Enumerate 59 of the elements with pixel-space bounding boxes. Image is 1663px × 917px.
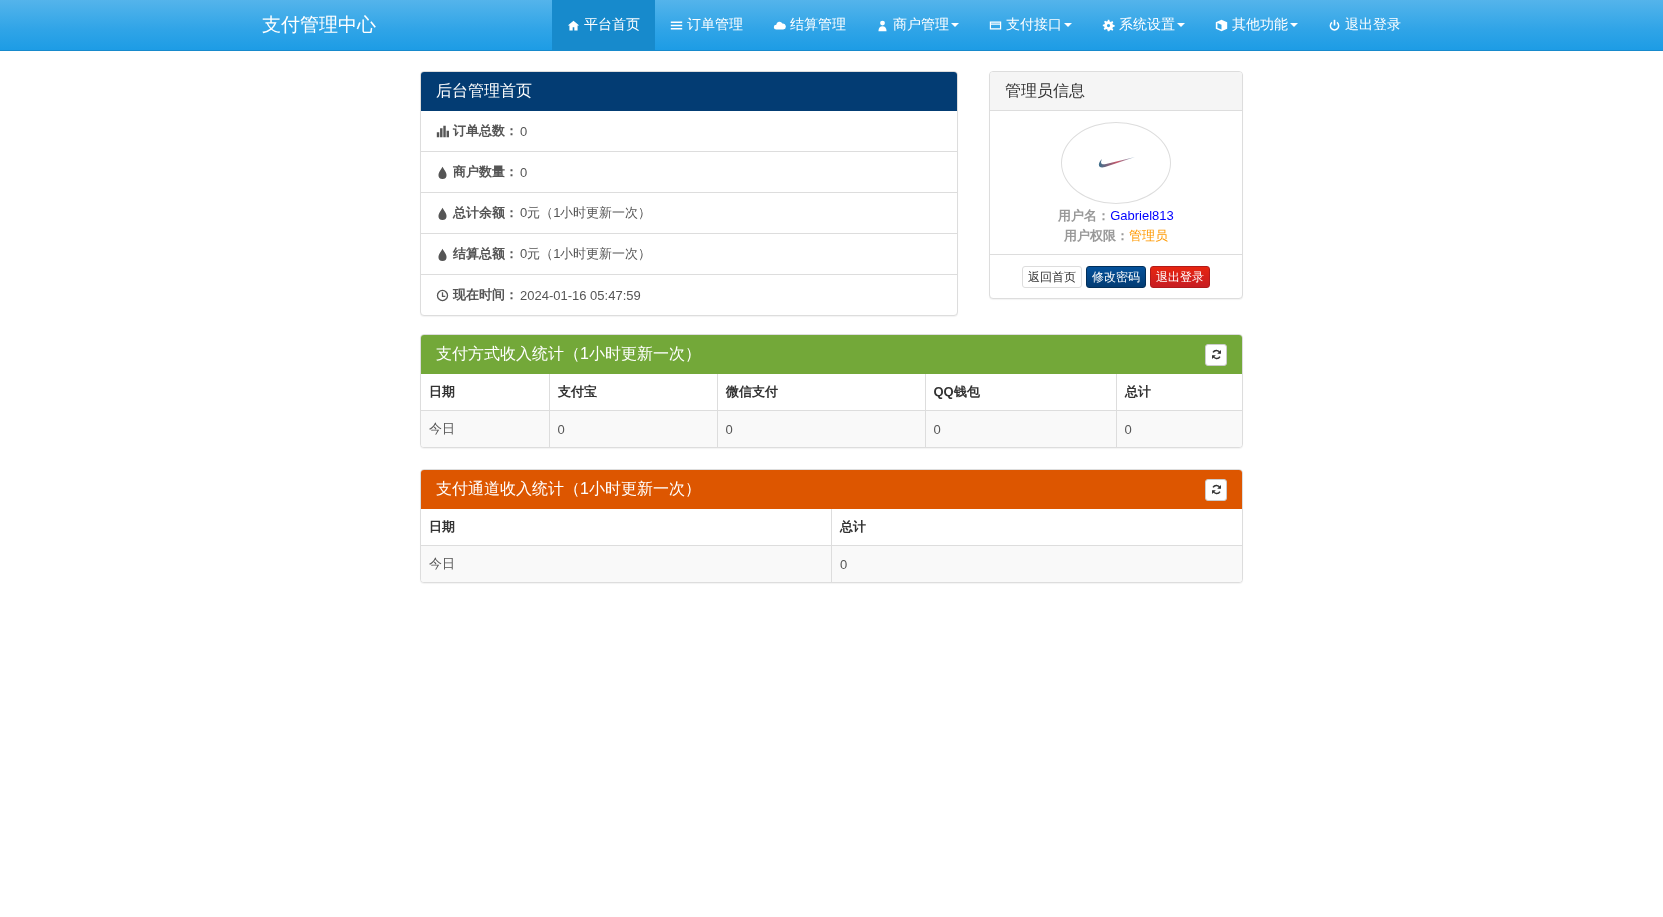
- table-cell: 今日: [421, 545, 832, 582]
- stat-value: 0元（1小时更新一次）: [520, 204, 652, 222]
- refresh-icon: [1210, 484, 1222, 495]
- home-icon: [566, 18, 580, 32]
- stat-value: 0: [520, 164, 528, 180]
- column-header: 日期: [421, 509, 832, 546]
- table-cell: 0: [831, 545, 1242, 582]
- brand-title[interactable]: 支付管理中心: [246, 10, 504, 40]
- nav-tab[interactable]: 退出登录: [1312, 0, 1416, 50]
- caret-icon: [950, 23, 959, 27]
- bar-chart-icon: [436, 124, 449, 138]
- nav-tab[interactable]: 其他功能: [1199, 0, 1313, 50]
- column-header: 日期: [421, 374, 549, 411]
- caret-icon: [1289, 23, 1298, 27]
- stat-value: 0: [520, 123, 528, 139]
- panel-title: 支付通道收入统计（1小时更新一次）: [436, 479, 701, 499]
- settings-icon: [1101, 18, 1115, 32]
- stat-value: 0元（1小时更新一次）: [520, 245, 652, 263]
- credit-card-icon: [988, 18, 1002, 32]
- table-cell: 今日: [421, 410, 549, 447]
- role-label: 用户权限：: [1064, 228, 1129, 243]
- nav-tab[interactable]: 商户管理: [860, 0, 974, 50]
- list-icon: [669, 18, 683, 32]
- stat-label: 商户数量：: [453, 163, 518, 181]
- stat-label: 现在时间：: [453, 286, 518, 304]
- refresh-icon: [1210, 349, 1222, 360]
- caret-icon: [1063, 23, 1072, 27]
- role-value: 管理员: [1129, 228, 1168, 243]
- action-button[interactable]: 修改密码: [1086, 266, 1146, 288]
- panel-heading: 管理员信息: [990, 72, 1242, 111]
- table-cell: 0: [925, 410, 1116, 447]
- username-value: Gabriel813: [1110, 208, 1174, 223]
- nav-tab[interactable]: 支付接口: [973, 0, 1087, 50]
- cube-icon: [1214, 18, 1228, 32]
- nav-tab[interactable]: 系统设置: [1086, 0, 1200, 50]
- drop-icon: [436, 247, 449, 261]
- refresh-button[interactable]: [1205, 478, 1227, 501]
- drop-icon: [436, 165, 449, 179]
- nav-tab[interactable]: 结算管理: [757, 0, 861, 50]
- nav-tab[interactable]: 订单管理: [654, 0, 758, 50]
- table-cell: 0: [1116, 410, 1242, 447]
- panel-title: 支付方式收入统计（1小时更新一次）: [436, 344, 701, 364]
- panel-heading: 后台管理首页: [421, 72, 957, 111]
- table-cell: 0: [717, 410, 925, 447]
- action-button[interactable]: 返回首页: [1022, 266, 1082, 288]
- stat-value: 2024-01-16 05:47:59: [520, 287, 641, 303]
- stat-label: 订单总数：: [453, 122, 518, 140]
- action-button[interactable]: 退出登录: [1150, 266, 1210, 288]
- stat-label: 结算总额：: [453, 245, 518, 263]
- drop-icon: [436, 206, 449, 220]
- refresh-button[interactable]: [1205, 343, 1227, 366]
- nav-tab[interactable]: 平台首页: [551, 0, 655, 50]
- table-cell: 0: [549, 410, 717, 447]
- swoosh-logo-icon: [1096, 156, 1136, 170]
- caret-icon: [1176, 23, 1185, 27]
- stat-label: 总计余额：: [453, 204, 518, 222]
- clock-icon: [436, 288, 449, 302]
- power-icon: [1327, 18, 1341, 32]
- username-label: 用户名：: [1058, 208, 1111, 223]
